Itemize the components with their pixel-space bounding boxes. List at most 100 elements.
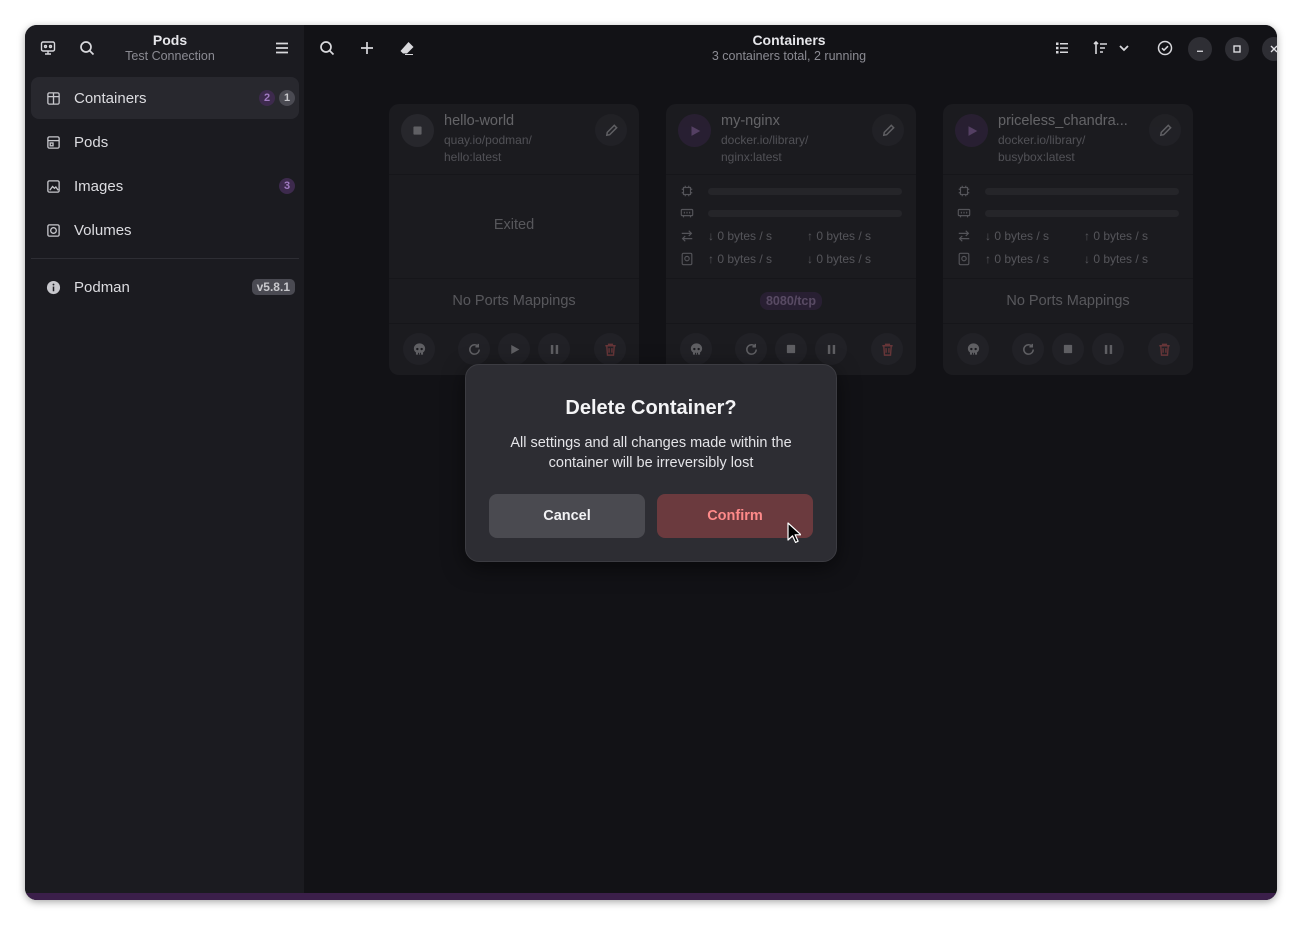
cancel-button[interactable]: Cancel (489, 494, 645, 538)
connections-icon[interactable] (33, 33, 63, 63)
running-status-icon (678, 114, 711, 147)
sidebar: Pods Test Connection Containers 2 1 Pods… (25, 25, 304, 900)
sidebar-item-label: Containers (74, 89, 147, 107)
port-mappings: 8080/tcp (666, 279, 916, 323)
disk-write: ↑ 0 bytes / s (985, 252, 1050, 266)
network-upload: ↑ 0 bytes / s (1084, 229, 1149, 243)
sidebar-item-pods[interactable]: Pods (31, 121, 299, 163)
container-image-tag: nginx:latest (721, 150, 782, 164)
sidebar-item-label: Pods (74, 133, 109, 151)
hamburger-menu-icon[interactable] (267, 33, 297, 63)
network-download: ↓ 0 bytes / s (985, 229, 1050, 243)
cpu-icon (957, 184, 973, 198)
running-status-icon (955, 114, 988, 147)
dialog-title: Delete Container? (565, 397, 737, 419)
cpu-usage-bar (985, 187, 1179, 195)
disk-read: ↓ 0 bytes / s (1084, 252, 1149, 266)
network-transfer-icon (680, 229, 696, 243)
memory-usage-bar (985, 209, 1179, 217)
stopped-count-badge: 1 (279, 90, 295, 106)
container-image: quay.io/podman/ (444, 133, 532, 147)
port-badge[interactable]: 8080/tcp (759, 292, 823, 310)
pause-icon[interactable] (538, 333, 570, 365)
sidebar-item-label: Volumes (74, 221, 132, 239)
container-image: docker.io/library/ (998, 133, 1086, 147)
stopped-status-icon (401, 114, 434, 147)
cpu-icon (680, 184, 696, 198)
container-name: priceless_chandra... (998, 113, 1128, 129)
pause-icon[interactable] (1092, 333, 1124, 365)
pause-icon[interactable] (815, 333, 847, 365)
delete-trash-icon[interactable] (594, 333, 626, 365)
container-image: docker.io/library/ (721, 133, 809, 147)
sidebar-item-containers[interactable]: Containers 2 1 (31, 77, 299, 119)
container-image-tag: busybox:latest (998, 150, 1075, 164)
memory-usage-row (680, 204, 902, 222)
app-window: Pods Test Connection Containers 2 1 Pods… (25, 25, 1277, 900)
edit-icon[interactable] (872, 114, 904, 146)
delete-trash-icon[interactable] (1148, 333, 1180, 365)
disk-row: ↑ 0 bytes / s ↓ 0 bytes / s (957, 250, 1179, 268)
port-mappings: No Ports Mappings (452, 293, 576, 309)
sidebar-item-label: Podman (74, 278, 130, 296)
container-name: hello-world (444, 113, 515, 129)
restart-icon[interactable] (1012, 333, 1044, 365)
kill-skull-icon[interactable] (403, 333, 435, 365)
sidebar-subtitle: Test Connection (125, 49, 215, 63)
delete-trash-icon[interactable] (871, 333, 903, 365)
images-icon (45, 178, 61, 194)
sidebar-divider (31, 258, 299, 259)
search-icon[interactable] (72, 33, 102, 63)
running-count-badge: 2 (259, 90, 275, 106)
cpu-usage-row (957, 182, 1179, 200)
pods-icon (45, 134, 61, 150)
disk-row: ↑ 0 bytes / s ↓ 0 bytes / s (680, 250, 902, 268)
memory-icon (957, 206, 973, 220)
bottom-accent-bar (25, 893, 1277, 900)
network-download: ↓ 0 bytes / s (708, 229, 773, 243)
disk-read: ↓ 0 bytes / s (807, 252, 872, 266)
network-upload: ↑ 0 bytes / s (807, 229, 872, 243)
sidebar-title: Pods Test Connection (105, 32, 235, 63)
sidebar-item-podman[interactable]: Podman v5.8.1 (31, 266, 299, 308)
memory-usage-row (957, 204, 1179, 222)
sidebar-item-images[interactable]: Images 3 (31, 165, 299, 207)
dialog-body: All settings and all changes made within… (510, 435, 792, 471)
container-card: hello-world quay.io/podman/ hello:latest… (389, 104, 639, 375)
memory-usage-bar (708, 209, 902, 217)
network-row: ↓ 0 bytes / s ↑ 0 bytes / s (957, 227, 1179, 245)
sidebar-item-label: Images (74, 177, 124, 195)
disk-icon (957, 252, 973, 266)
volumes-icon (45, 222, 61, 238)
version-badge: v5.8.1 (251, 279, 295, 295)
restart-icon[interactable] (458, 333, 490, 365)
memory-icon (680, 206, 696, 220)
play-icon[interactable] (498, 333, 530, 365)
port-mappings: No Ports Mappings (1006, 293, 1130, 309)
container-card: priceless_chandra... docker.io/library/ … (943, 104, 1193, 375)
container-card: my-nginx docker.io/library/ nginx:latest (666, 104, 916, 375)
info-icon (45, 279, 61, 295)
kill-skull-icon[interactable] (957, 333, 989, 365)
network-row: ↓ 0 bytes / s ↑ 0 bytes / s (680, 227, 902, 245)
restart-icon[interactable] (735, 333, 767, 365)
sidebar-title-text: Pods (152, 32, 188, 48)
cpu-usage-bar (708, 187, 902, 195)
sidebar-item-volumes[interactable]: Volumes (31, 209, 299, 251)
images-count-badge: 3 (279, 178, 295, 194)
disk-write: ↑ 0 bytes / s (708, 252, 773, 266)
containers-icon (45, 90, 61, 106)
kill-skull-icon[interactable] (680, 333, 712, 365)
cpu-usage-row (680, 182, 902, 200)
stop-icon[interactable] (1052, 333, 1084, 365)
network-transfer-icon (957, 229, 973, 243)
disk-icon (680, 252, 696, 266)
container-state: Exited (493, 217, 535, 233)
edit-icon[interactable] (1149, 114, 1181, 146)
container-image-tag: hello:latest (444, 150, 502, 164)
edit-icon[interactable] (595, 114, 627, 146)
container-name: my-nginx (721, 113, 780, 129)
mouse-cursor-icon (787, 522, 801, 543)
stop-icon[interactable] (775, 333, 807, 365)
delete-confirm-dialog: Delete Container? All settings and all c… (465, 364, 837, 562)
